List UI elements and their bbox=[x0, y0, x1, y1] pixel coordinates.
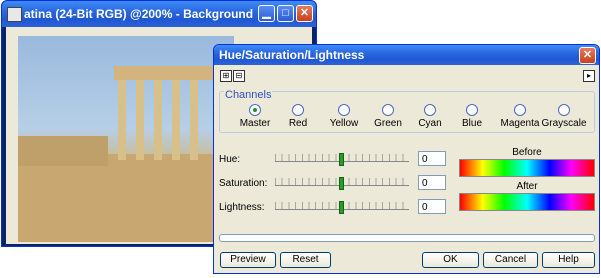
radio-icon[interactable] bbox=[382, 104, 394, 116]
radio-icon[interactable] bbox=[338, 104, 350, 116]
channels-legend: Channels bbox=[224, 89, 273, 101]
lightness-slider-thumb[interactable] bbox=[339, 201, 344, 214]
channel-label: Grayscale bbox=[541, 118, 587, 129]
app-icon bbox=[7, 7, 22, 22]
expand-icon[interactable]: ⊞ bbox=[220, 70, 232, 82]
minimize-button[interactable]: ▁ bbox=[258, 5, 275, 22]
hue-label: Hue: bbox=[219, 154, 241, 165]
hue-slider-thumb[interactable] bbox=[339, 153, 344, 166]
radio-icon[interactable] bbox=[558, 104, 570, 116]
channels-group: Channels Master Red Yellow Green Cyan Bl… bbox=[219, 89, 595, 133]
image-window-close-button[interactable]: ✕ bbox=[296, 5, 313, 22]
radio-icon[interactable] bbox=[466, 104, 478, 116]
after-label: After bbox=[516, 181, 538, 192]
lightness-value-input[interactable]: 0 bbox=[418, 199, 446, 214]
cancel-button[interactable]: Cancel bbox=[483, 252, 538, 268]
dialog-titlebar[interactable]: Hue/Saturation/Lightness ✕ bbox=[214, 45, 599, 65]
preview-button[interactable]: Preview bbox=[220, 252, 276, 268]
photo-image bbox=[18, 36, 234, 242]
radio-icon[interactable] bbox=[424, 104, 436, 116]
saturation-row: Saturation: 0 bbox=[219, 175, 446, 193]
radio-icon[interactable] bbox=[249, 104, 261, 116]
hue-saturation-dialog: Hue/Saturation/Lightness ✕ ⊞ ⊟ ▸ Channel… bbox=[213, 44, 600, 274]
lightness-label: Lightness: bbox=[219, 202, 265, 213]
dialog-title: Hue/Saturation/Lightness bbox=[219, 48, 365, 62]
maximize-button[interactable]: □ bbox=[277, 5, 294, 22]
hue-row: Hue: 0 bbox=[219, 151, 446, 169]
image-window-titlebar[interactable]: atina (24-Bit RGB) @200% - Background ▁ … bbox=[2, 1, 316, 27]
saturation-slider-thumb[interactable] bbox=[339, 177, 344, 190]
saturation-label: Saturation: bbox=[219, 178, 268, 189]
after-spectrum bbox=[459, 193, 595, 211]
hue-value-input[interactable]: 0 bbox=[418, 151, 446, 166]
before-label: Before bbox=[512, 147, 542, 158]
dialog-close-button[interactable]: ✕ bbox=[579, 47, 596, 64]
help-button[interactable]: Help bbox=[542, 252, 595, 268]
radio-icon[interactable] bbox=[514, 104, 526, 116]
reset-button[interactable]: Reset bbox=[280, 252, 331, 268]
channel-grayscale[interactable]: Grayscale bbox=[534, 104, 594, 129]
before-spectrum bbox=[459, 159, 595, 177]
radio-icon[interactable] bbox=[292, 104, 304, 116]
collapse-icon[interactable]: ⊟ bbox=[233, 70, 245, 82]
menu-arrow-icon[interactable]: ▸ bbox=[583, 70, 595, 82]
image-window-title: atina (24-Bit RGB) @200% - Background bbox=[24, 7, 254, 21]
ok-button[interactable]: OK bbox=[422, 252, 479, 268]
lightness-row: Lightness: 0 bbox=[219, 199, 446, 217]
saturation-value-input[interactable]: 0 bbox=[418, 175, 446, 190]
progress-bar bbox=[219, 234, 595, 242]
